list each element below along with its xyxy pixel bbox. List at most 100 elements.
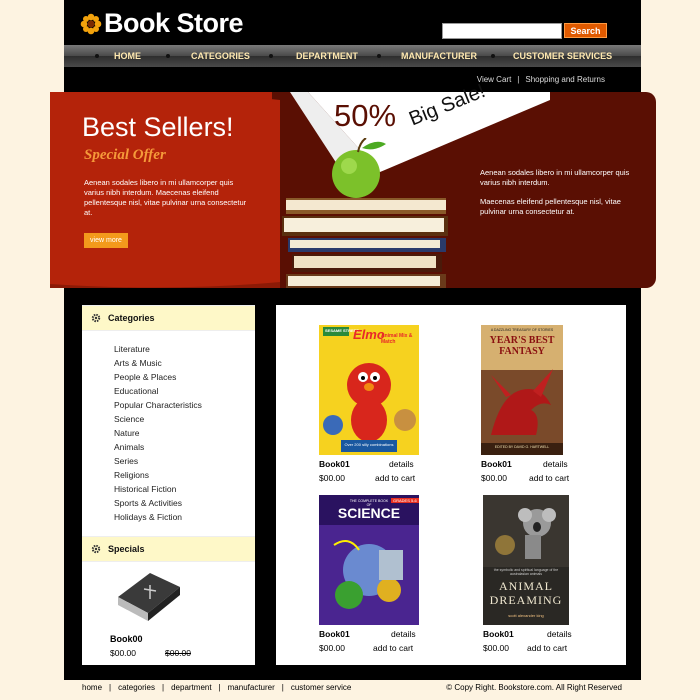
special-old-price: $00.00 — [165, 648, 191, 658]
search-button[interactable]: Search — [564, 23, 607, 38]
product-name[interactable]: Book01 — [319, 629, 350, 639]
product-cover[interactable]: A DAZZLING TREASURY OF STORIES YEAR'S BE… — [481, 325, 563, 455]
add-to-cart-link[interactable]: add to cart — [527, 643, 567, 653]
cover-note: GRADES 5-6 — [391, 498, 419, 503]
product-name[interactable]: Book01 — [481, 459, 512, 469]
product-cover[interactable]: THE COMPLETE BOOK OF SCIENCE GRADES 5-6 — [319, 495, 419, 625]
cover-subtitle: A DAZZLING TREASURY OF STORIES — [490, 328, 554, 332]
cover-title: YEAR'S BEST FANTASY — [489, 335, 555, 357]
category-item[interactable]: Literature — [114, 342, 202, 356]
category-item[interactable]: Historical Fiction — [114, 482, 202, 496]
special-price: $00.00 — [110, 648, 136, 658]
view-cart-link[interactable]: View Cart — [477, 75, 512, 84]
category-item[interactable]: Educational — [114, 384, 202, 398]
main-nav: HOME CATEGORIES DEPARTMENT MANUFACTURER … — [64, 45, 641, 67]
bible-icon[interactable] — [112, 567, 182, 627]
details-link[interactable]: details — [547, 629, 572, 639]
gear-icon — [91, 313, 101, 323]
cover-title: ANIMAL DREAMING — [489, 579, 563, 607]
banner-text: Aenean sodales libero in mi ullamcorper … — [84, 178, 247, 217]
banner-subtitle: Special Offer — [84, 147, 166, 163]
cover-subtitle: Animal Mix & Match — [381, 333, 413, 345]
nav-bullet — [95, 54, 99, 58]
footer-manufacturer-link[interactable]: manufacturer — [228, 683, 275, 692]
separator: | — [517, 75, 520, 84]
product-card: the symbolic and spiritual language of t… — [483, 495, 593, 665]
category-item[interactable]: Religions — [114, 468, 202, 482]
footer-department-link[interactable]: department — [171, 683, 211, 692]
category-item[interactable]: Series — [114, 454, 202, 468]
banner-right-paragraph: Aenean sodales libero in mi ullamcorper … — [480, 168, 630, 187]
category-item[interactable]: Nature — [114, 426, 202, 440]
specials-header: Specials — [82, 536, 255, 562]
nav-bullet — [377, 54, 381, 58]
category-item[interactable]: Animals — [114, 440, 202, 454]
cover-note: EDITED BY DAVID G. HARTWELL — [494, 445, 550, 449]
site-title: Book Store — [104, 8, 244, 38]
specials-title: Specials — [108, 544, 145, 554]
nav-bullet — [491, 54, 495, 58]
cover-note: scott alexander king — [508, 613, 544, 618]
add-to-cart-link[interactable]: add to cart — [373, 643, 413, 653]
nav-home[interactable]: HOME — [114, 45, 141, 67]
utility-links: View Cart | Shopping and Returns — [477, 75, 605, 84]
banner-right-text: Aenean sodales libero in mi ullamcorper … — [480, 168, 640, 226]
category-item[interactable]: People & Places — [114, 370, 202, 384]
copyright: © Copy Right. Bookstore.com. All Right R… — [446, 683, 622, 692]
search-input[interactable] — [442, 23, 562, 39]
flower-logo-icon — [80, 13, 102, 34]
separator: | — [162, 683, 165, 692]
nav-bullet — [269, 54, 273, 58]
separator: | — [218, 683, 221, 692]
product-card: THE COMPLETE BOOK OF SCIENCE GRADES 5-6 … — [319, 495, 429, 665]
view-more-button[interactable]: view more — [84, 233, 128, 248]
footer-links: home | categories | department | manufacturer |… — [82, 683, 351, 692]
category-item[interactable]: Sports & Activities — [114, 496, 202, 510]
category-item[interactable]: Arts & Music — [114, 356, 202, 370]
shopping-returns-link[interactable]: Shopping and Returns — [525, 75, 605, 84]
footer-home-link[interactable]: home — [82, 683, 102, 692]
cover-subtitle: the symbolic and spiritual language of t… — [493, 568, 559, 576]
details-link[interactable]: details — [391, 629, 416, 639]
sidebar: Categories Literature Arts & Music Peopl… — [82, 305, 255, 665]
product-cover[interactable]: the symbolic and spiritual language of t… — [483, 495, 569, 625]
category-item[interactable]: Popular Characteristics — [114, 398, 202, 412]
nav-bullet — [166, 54, 170, 58]
categories-header: Categories — [82, 305, 255, 331]
cover-note: Over 200 silly combinations — [344, 442, 394, 447]
details-link[interactable]: details — [389, 459, 414, 469]
cover-title: SCIENCE — [337, 505, 401, 521]
category-item[interactable]: Science — [114, 412, 202, 426]
footer-categories-link[interactable]: categories — [118, 683, 155, 692]
hero-banner: Best Sellers! Special Offer Aenean sodal… — [50, 80, 656, 288]
special-name[interactable]: Book00 — [110, 634, 143, 644]
banner-title: Best Sellers! — [82, 112, 234, 142]
product-grid: SESAME STREET Elmo Animal Mix & Match Ov… — [276, 305, 626, 665]
product-name[interactable]: Book01 — [319, 459, 350, 469]
add-to-cart-link[interactable]: add to cart — [529, 473, 569, 483]
details-link[interactable]: details — [543, 459, 568, 469]
product-cover[interactable]: SESAME STREET Elmo Animal Mix & Match Ov… — [319, 325, 419, 455]
banner-right-paragraph: Maecenas eleifend pellentesque nisl, vit… — [480, 197, 621, 216]
separator: | — [281, 683, 284, 692]
product-name[interactable]: Book01 — [483, 629, 514, 639]
product-price: $00.00 — [319, 643, 345, 653]
site-logo[interactable]: Book Store — [80, 8, 244, 39]
product-card: SESAME STREET Elmo Animal Mix & Match Ov… — [319, 325, 429, 495]
nav-customer-services[interactable]: CUSTOMER SERVICES — [513, 45, 612, 67]
nav-categories[interactable]: CATEGORIES — [191, 45, 250, 67]
categories-title: Categories — [108, 313, 155, 323]
nav-department[interactable]: DEPARTMENT — [296, 45, 358, 67]
product-price: $00.00 — [483, 643, 509, 653]
category-list: Literature Arts & Music People & Places … — [114, 342, 202, 524]
footer-customer-service-link[interactable]: customer service — [291, 683, 351, 692]
category-item[interactable]: Holidays & Fiction — [114, 510, 202, 524]
nav-manufacturer[interactable]: MANUFACTURER — [401, 45, 477, 67]
sale-percent: 50% — [334, 98, 397, 133]
product-card: A DAZZLING TREASURY OF STORIES YEAR'S BE… — [481, 325, 591, 495]
add-to-cart-link[interactable]: add to cart — [375, 473, 415, 483]
product-price: $00.00 — [481, 473, 507, 483]
book-stack-icon — [282, 138, 448, 288]
separator: | — [109, 683, 112, 692]
product-price: $00.00 — [319, 473, 345, 483]
